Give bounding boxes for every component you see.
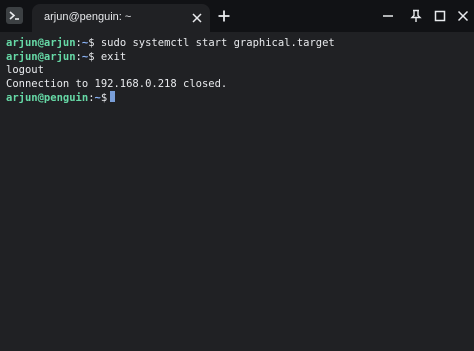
terminal-line: Connection to 192.168.0.218 closed. (6, 77, 228, 90)
command-text: sudo systemctl start graphical.target (94, 37, 335, 49)
terminal-icon[interactable] (6, 7, 23, 24)
close-tab-button[interactable] (190, 11, 204, 25)
prompt-user: arjun@penguin (6, 92, 89, 104)
title-bar: arjun@penguin: ~ (0, 0, 474, 32)
terminal-line: arjun@arjun:~$ sudo systemctl start grap… (6, 37, 468, 51)
maximize-icon (434, 10, 446, 22)
minimize-icon (383, 15, 393, 17)
pin-icon (410, 9, 422, 22)
terminal-window: arjun@penguin: ~ arjun@arjun:~$ sudo sys… (0, 0, 474, 351)
text-cursor (110, 91, 116, 102)
tab-title: arjun@penguin: ~ (44, 11, 132, 23)
plus-icon (218, 10, 230, 22)
command-text: exit (94, 50, 127, 63)
terminal-line: logout (6, 64, 44, 76)
terminal-output[interactable]: arjun@arjun:~$ sudo systemctl start grap… (0, 32, 474, 351)
pin-button[interactable] (408, 8, 424, 24)
maximize-button[interactable] (432, 8, 448, 24)
close-icon (457, 10, 469, 22)
minimize-button[interactable] (380, 8, 396, 24)
tab-terminal[interactable]: arjun@penguin: ~ (32, 4, 210, 32)
close-icon (192, 13, 202, 23)
prompt-user: arjun@arjun (6, 50, 76, 63)
close-window-button[interactable] (455, 8, 471, 24)
terminal-line: arjun@penguin:~$ (6, 91, 468, 105)
new-tab-button[interactable] (217, 9, 231, 23)
prompt-user: arjun@arjun (6, 37, 76, 49)
prompt-end: $ (100, 92, 108, 104)
terminal-line: arjun@arjun:~$ exit (6, 51, 468, 65)
